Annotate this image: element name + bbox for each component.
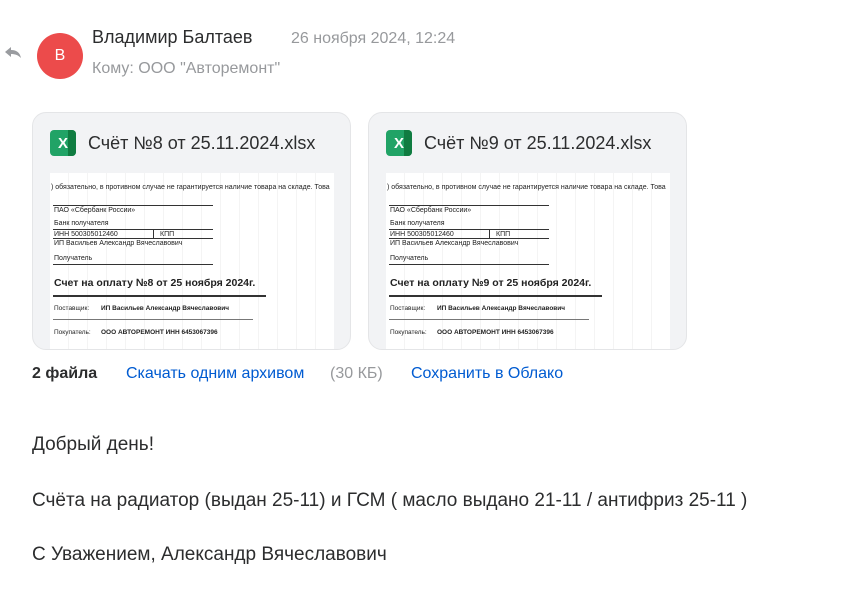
attachment-filename[interactable]: Счёт №8 от 25.11.2024.xlsx [88, 133, 315, 154]
preview-bank: ПАО «Сбербанк России» [390, 207, 472, 214]
files-bar: 2 файла Скачать одним архивом (30 КБ) Со… [32, 365, 563, 383]
body-signature: С Уважением, Александр Вячеславович [32, 544, 387, 565]
preview-recipient-bank: Банк получателя [390, 220, 445, 227]
attachment-card[interactable]: X Счёт №8 от 25.11.2024.xlsx ) обязатель… [32, 112, 351, 350]
preview-recipient-bank: Банк получателя [54, 220, 109, 227]
attachment-card[interactable]: X Счёт №9 от 25.11.2024.xlsx ) обязатель… [368, 112, 687, 350]
sender-name[interactable]: Владимир Балтаев [92, 27, 252, 48]
preview-supplier-label: Поставщик: [54, 305, 90, 312]
body-greeting: Добрый день! [32, 434, 154, 455]
preview-getter: Получатель [390, 255, 429, 262]
preview-supplier-label: Поставщик: [390, 305, 426, 312]
excel-icon: X [50, 130, 76, 156]
avatar-letter: В [54, 47, 66, 64]
preview-kpp: КПП [160, 231, 175, 238]
message-date: 26 ноября 2024, 12:24 [291, 30, 456, 47]
preview-notice: ) обязательно, в противном случае не гар… [387, 184, 666, 191]
archive-size: (30 КБ) [330, 365, 383, 382]
download-archive-link[interactable]: Скачать одним архивом [126, 365, 304, 383]
preview-supplier-value: ИП Васильев Александр Вячеславович [101, 305, 230, 312]
attachment-preview[interactable]: ) обязательно, в противном случае не гар… [50, 173, 334, 349]
preview-inn: ИНН 500305012460 [390, 231, 454, 238]
reply-icon[interactable] [4, 44, 22, 60]
body-text: Счёта на радиатор (выдан 25-11) и ГСМ ( … [32, 490, 748, 511]
preview-title: Счет на оплату №9 от 25 ноября 2024г. [390, 277, 592, 289]
recipient-line: Кому: ООО "Авторемонт" [92, 60, 281, 77]
preview-getter: Получатель [54, 255, 93, 262]
preview-kpp: КПП [496, 231, 511, 238]
files-count: 2 файла [32, 365, 98, 382]
preview-person: ИП Васильев Александр Вячеславович [54, 240, 183, 247]
preview-buyer-value: ООО АВТОРЕМОНТ ИНН 6453067396 [101, 329, 218, 336]
preview-buyer-label: Покупатель: [390, 329, 427, 336]
preview-supplier-value: ИП Васильев Александр Вячеславович [437, 305, 566, 312]
preview-buyer-value: ООО АВТОРЕМОНТ ИНН 6453067396 [437, 329, 554, 336]
save-to-cloud-link[interactable]: Сохранить в Облако [411, 365, 563, 383]
preview-inn: ИНН 500305012460 [54, 231, 118, 238]
attachment-filename[interactable]: Счёт №9 от 25.11.2024.xlsx [424, 133, 651, 154]
preview-buyer-label: Покупатель: [54, 329, 91, 336]
preview-person: ИП Васильев Александр Вячеславович [390, 240, 519, 247]
avatar[interactable]: В [37, 33, 83, 79]
excel-icon: X [386, 130, 412, 156]
preview-notice: ) обязательно, в противном случае не гар… [51, 184, 330, 191]
preview-title: Счет на оплату №8 от 25 ноября 2024г. [54, 277, 256, 289]
attachment-preview[interactable]: ) обязательно, в противном случае не гар… [386, 173, 670, 349]
preview-bank: ПАО «Сбербанк России» [54, 207, 136, 214]
